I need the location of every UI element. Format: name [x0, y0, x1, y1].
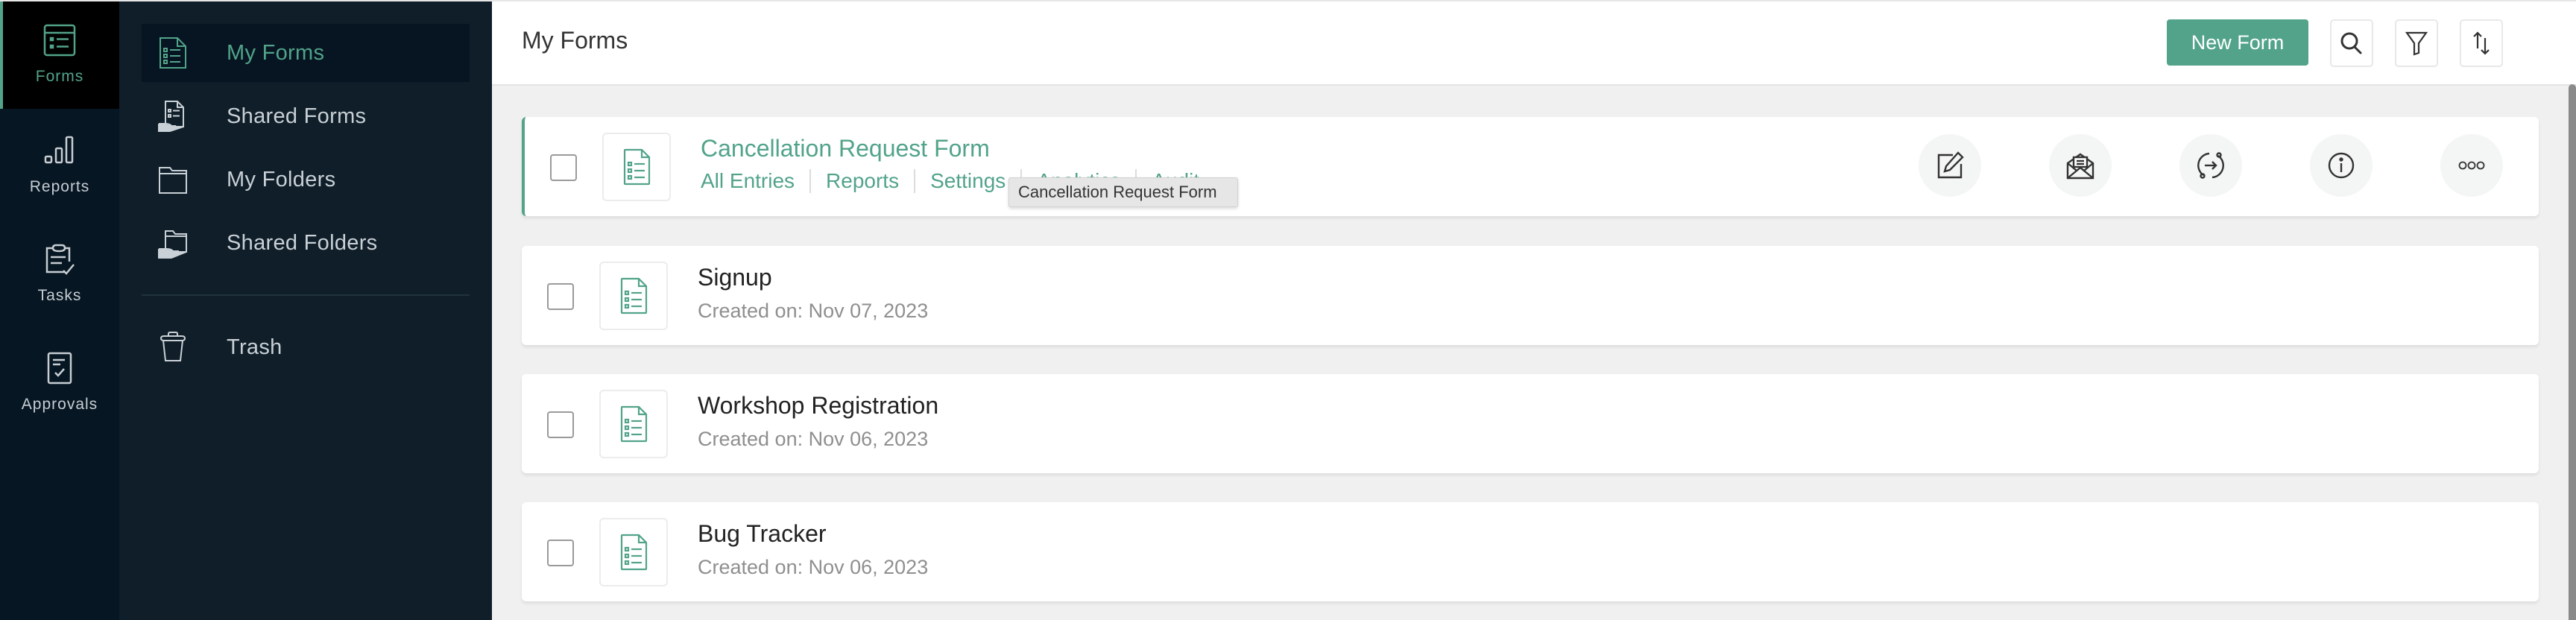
form-document-icon — [623, 148, 651, 186]
form-title[interactable]: Workshop Registration — [698, 392, 938, 420]
info-button[interactable] — [2310, 134, 2373, 197]
sidebar-item-label: Trash — [227, 335, 282, 359]
form-created-date: Created on: Nov 07, 2023 — [698, 300, 929, 322]
forms-sidebar: My Forms Shared Forms My Folders Shared … — [119, 0, 492, 620]
form-document-icon — [160, 37, 186, 69]
integrate-button[interactable] — [2179, 134, 2242, 197]
search-icon — [2340, 32, 2362, 54]
sidebar-item-my-forms[interactable]: My Forms — [142, 24, 470, 82]
integrate-icon — [2197, 152, 2224, 179]
search-button[interactable] — [2330, 19, 2373, 67]
clipboard-check-icon — [45, 244, 75, 275]
primary-nav-rail: Forms Reports Tasks Approvals — [0, 0, 119, 620]
edit-button[interactable] — [1919, 134, 1981, 197]
form-thumbnail — [599, 518, 668, 586]
shared-folder-icon — [158, 230, 187, 259]
page-title: My Forms — [522, 27, 628, 54]
sidebar-item-trash[interactable]: Trash — [142, 318, 470, 376]
more-button[interactable] — [2440, 134, 2503, 197]
rail-label: Reports — [29, 178, 90, 195]
share-envelope-icon — [2066, 153, 2094, 180]
form-title[interactable]: Bug Tracker — [698, 520, 827, 548]
rail-item-tasks[interactable]: Tasks — [0, 219, 119, 328]
bar-chart-icon — [44, 136, 74, 164]
form-document-icon — [620, 277, 648, 314]
page-header: My Forms New Form — [492, 0, 2576, 86]
approval-doc-icon — [47, 352, 72, 385]
sidebar-item-shared-folders[interactable]: Shared Folders — [142, 214, 470, 272]
sort-icon — [2473, 31, 2490, 55]
share-button[interactable] — [2049, 134, 2112, 197]
folder-icon — [159, 167, 187, 194]
link-separator — [914, 169, 916, 193]
filter-icon — [2405, 31, 2428, 56]
form-row[interactable]: Signup Created on: Nov 07, 2023 — [522, 246, 2539, 345]
top-border — [0, 0, 2576, 1]
rail-label: Approvals — [21, 396, 98, 413]
form-row[interactable]: Cancellation Request Form All Entries Re… — [522, 117, 2539, 216]
row-checkbox[interactable] — [547, 411, 574, 438]
form-document-icon — [620, 405, 648, 443]
form-title[interactable]: Cancellation Request Form — [701, 135, 990, 162]
info-icon — [2328, 152, 2355, 179]
row-checkbox[interactable] — [547, 540, 574, 566]
filter-button[interactable] — [2395, 19, 2438, 67]
trash-icon — [160, 332, 186, 361]
form-created-date: Created on: Nov 06, 2023 — [698, 556, 929, 578]
sidebar-item-label: Shared Folders — [227, 230, 378, 255]
forms-icon — [43, 24, 76, 57]
sidebar-item-my-folders[interactable]: My Folders — [142, 151, 470, 209]
row-checkbox[interactable] — [547, 283, 574, 310]
link-separator — [809, 169, 812, 193]
form-title[interactable]: Signup — [698, 264, 772, 291]
rail-label: Tasks — [37, 287, 82, 304]
rail-item-approvals[interactable]: Approvals — [0, 328, 119, 437]
sidebar-item-label: My Folders — [227, 167, 336, 192]
form-thumbnail — [599, 262, 668, 330]
sidebar-item-shared-forms[interactable]: Shared Forms — [142, 87, 470, 145]
sidebar-item-label: My Forms — [227, 40, 325, 65]
form-title-tooltip: Cancellation Request Form — [1008, 177, 1238, 207]
form-row[interactable]: Workshop Registration Created on: Nov 06… — [522, 374, 2539, 473]
more-icon — [2458, 161, 2485, 170]
link-settings[interactable]: Settings — [930, 169, 1006, 193]
sidebar-item-label: Shared Forms — [227, 104, 367, 128]
rail-label: Forms — [35, 68, 84, 85]
form-document-icon — [620, 534, 648, 571]
link-all-entries[interactable]: All Entries — [701, 169, 795, 193]
form-created-date: Created on: Nov 06, 2023 — [698, 428, 929, 450]
edit-icon — [1937, 151, 1964, 179]
link-reports[interactable]: Reports — [826, 169, 899, 193]
form-thumbnail — [602, 133, 671, 201]
form-row[interactable]: Bug Tracker Created on: Nov 06, 2023 — [522, 502, 2539, 601]
new-form-button[interactable]: New Form — [2167, 19, 2308, 66]
content-scrollbar[interactable] — [2569, 84, 2576, 620]
form-thumbnail — [599, 390, 668, 458]
sort-button[interactable] — [2460, 19, 2503, 67]
shared-form-icon — [158, 101, 184, 132]
rail-item-reports[interactable]: Reports — [0, 110, 119, 219]
rail-item-forms[interactable]: Forms — [0, 0, 119, 109]
sidebar-divider — [142, 294, 470, 296]
row-checkbox[interactable] — [550, 154, 577, 181]
